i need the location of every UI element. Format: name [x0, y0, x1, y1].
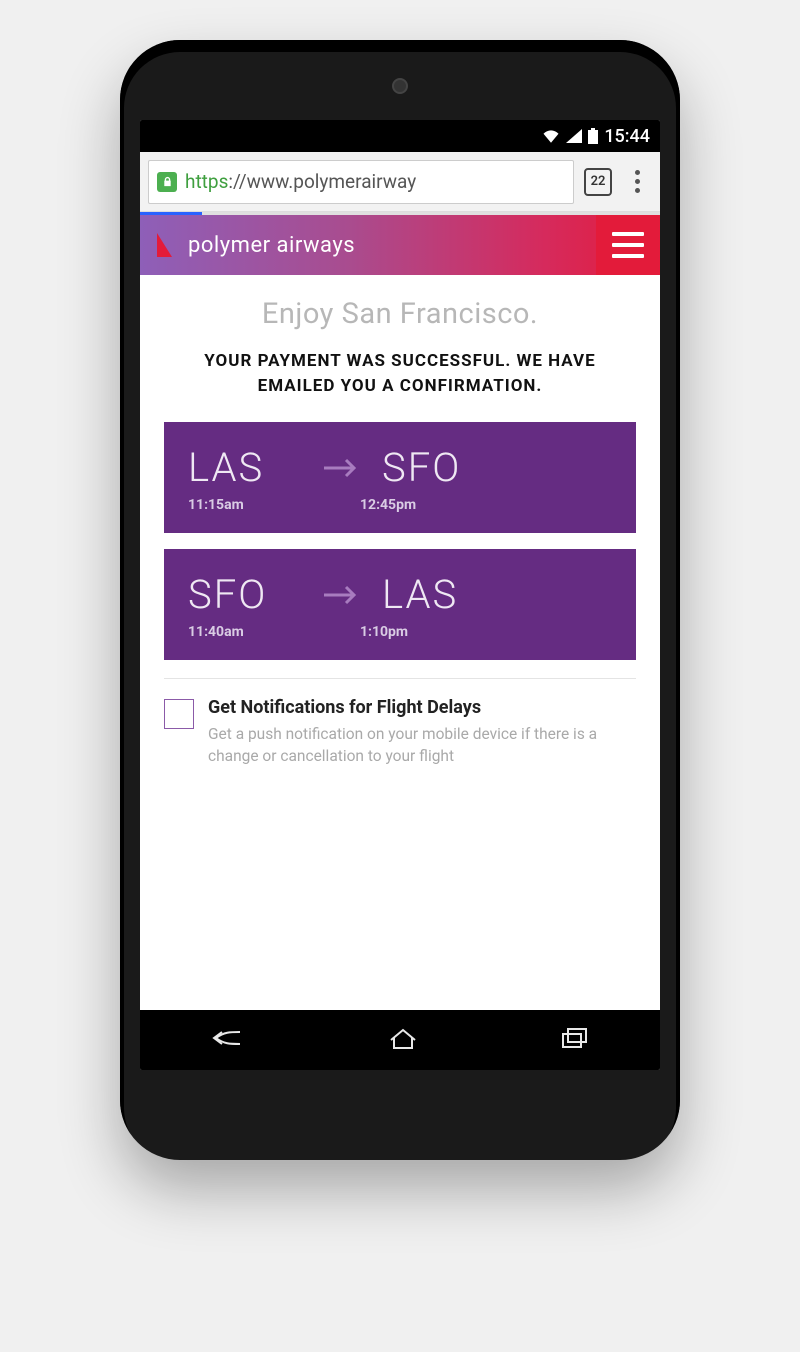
flight-card[interactable]: LAS SFO 11:15am 12:45pm	[164, 422, 636, 533]
flight-route: LAS SFO	[188, 444, 612, 491]
notifications-title: Get Notifications for Flight Delays	[208, 697, 636, 718]
lock-icon	[157, 172, 177, 192]
home-button[interactable]	[387, 1026, 419, 1054]
browser-menu-button[interactable]	[622, 170, 652, 193]
destination-code: LAS	[382, 571, 492, 618]
android-status-bar: 15:44	[140, 120, 660, 152]
notifications-description: Get a push notification on your mobile d…	[208, 724, 636, 767]
depart-time: 11:40am	[188, 624, 360, 640]
tab-switcher-button[interactable]: 22	[584, 168, 612, 196]
confirmation-message: YOUR PAYMENT WAS SUCCESSFUL. WE HAVE EMA…	[164, 349, 636, 398]
url-bar[interactable]: https://www.polymerairway	[148, 160, 574, 204]
flight-times: 11:15am 12:45pm	[188, 497, 612, 513]
page-headline: Enjoy San Francisco.	[164, 297, 636, 331]
brand-name: polymer airways	[188, 233, 596, 258]
page-loading-indicator	[140, 212, 660, 215]
recent-apps-button[interactable]	[560, 1027, 590, 1053]
url-text: https://www.polymerairway	[185, 170, 416, 193]
notifications-text: Get Notifications for Flight Delays Get …	[208, 697, 636, 767]
page-content: Enjoy San Francisco. YOUR PAYMENT WAS SU…	[140, 275, 660, 1010]
flight-times: 11:40am 1:10pm	[188, 624, 612, 640]
phone-device-frame: 15:44 https://www.polymerairway 22	[120, 40, 680, 1160]
arrow-right-icon	[322, 457, 358, 479]
origin-code: LAS	[188, 444, 298, 491]
notifications-checkbox[interactable]	[164, 699, 194, 729]
arrive-time: 12:45pm	[360, 497, 532, 513]
wifi-icon	[542, 129, 560, 143]
divider	[164, 678, 636, 679]
battery-icon	[588, 128, 598, 144]
status-time: 15:44	[604, 126, 650, 147]
arrow-right-icon	[322, 584, 358, 606]
browser-toolbar: https://www.polymerairway 22	[140, 152, 660, 212]
phone-screen: 15:44 https://www.polymerairway 22	[140, 120, 660, 1070]
back-button[interactable]	[210, 1026, 246, 1054]
origin-code: SFO	[188, 571, 298, 618]
menu-button[interactable]	[596, 215, 660, 275]
app-header: polymer airways	[140, 215, 660, 275]
notification-option: Get Notifications for Flight Delays Get …	[164, 697, 636, 767]
android-nav-bar	[140, 1010, 660, 1070]
phone-speaker	[392, 78, 408, 94]
arrive-time: 1:10pm	[360, 624, 532, 640]
cell-signal-icon	[566, 129, 582, 143]
brand-logo-icon	[156, 232, 176, 258]
depart-time: 11:15am	[188, 497, 360, 513]
flight-route: SFO LAS	[188, 571, 612, 618]
destination-code: SFO	[382, 444, 492, 491]
flight-card[interactable]: SFO LAS 11:40am 1:10pm	[164, 549, 636, 660]
